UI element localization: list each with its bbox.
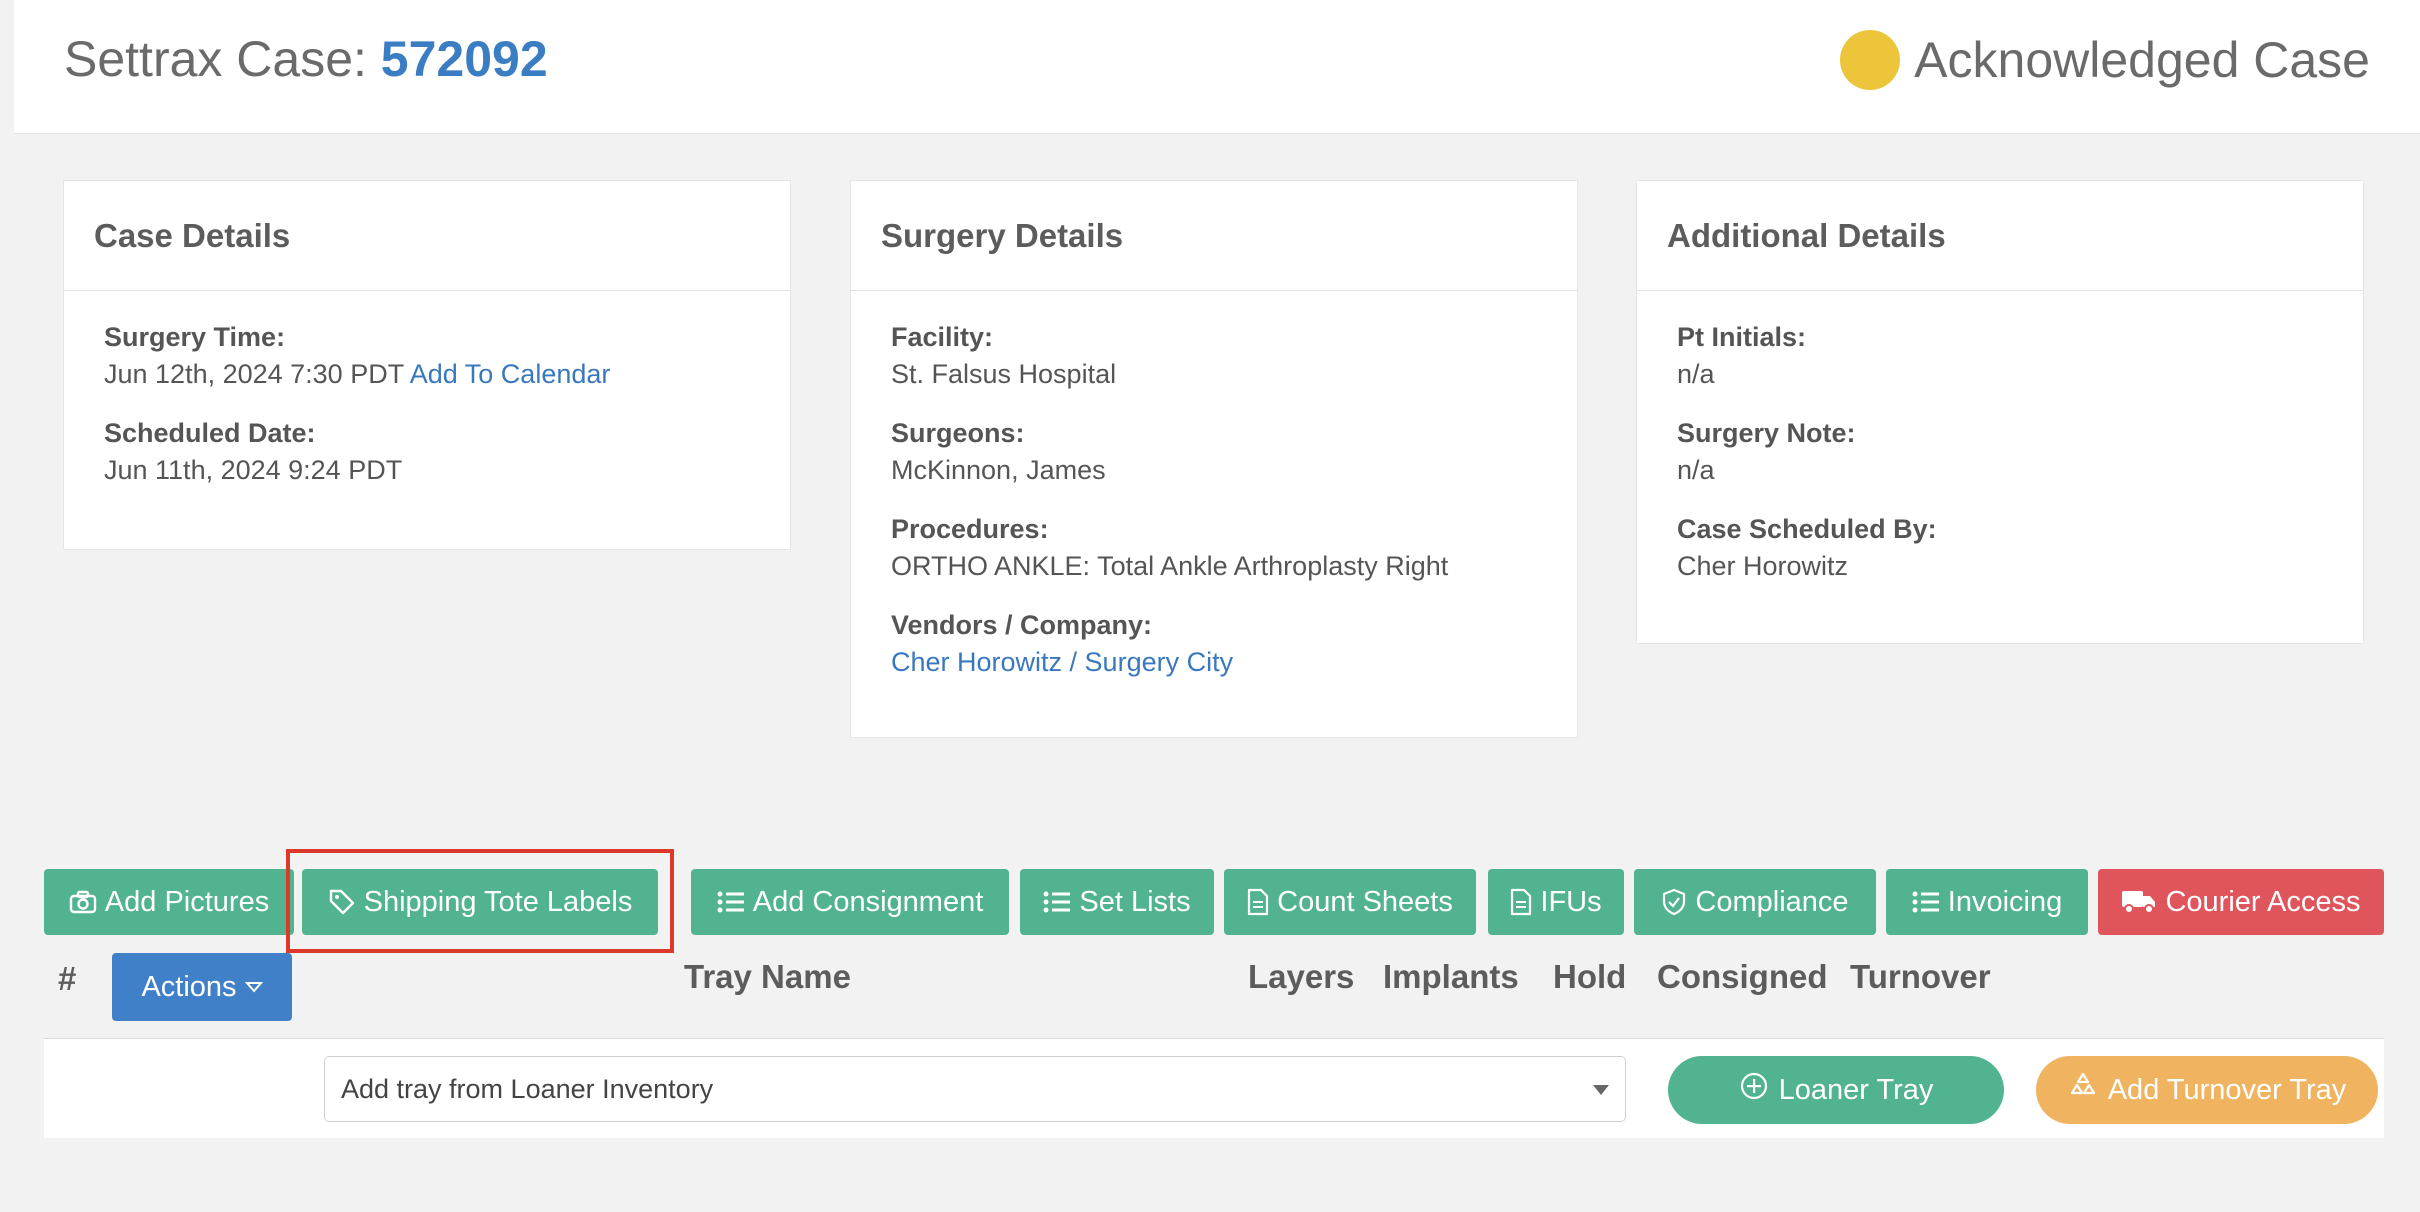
surgery-time-label: Surgery Time: [104, 322, 286, 352]
loaner-inventory-select[interactable]: Add tray from Loaner Inventory [324, 1056, 1626, 1122]
column-implants: Implants [1383, 958, 1519, 995]
courier-access-button[interactable]: Courier Access [2098, 869, 2384, 935]
add-turnover-tray-button[interactable]: Add Turnover Tray [2036, 1056, 2378, 1124]
add-pictures-label: Add Pictures [104, 885, 270, 918]
pt-initials-value: n/a [1677, 359, 1715, 389]
dropdown-arrow-icon [1593, 1085, 1609, 1095]
status-dot-icon [1840, 30, 1901, 90]
procedures-label: Procedures: [891, 514, 1049, 544]
additional-details-title: Additional Details [1637, 181, 2363, 291]
scheduled-by-label: Case Scheduled By: [1677, 514, 1937, 544]
courier-access-label: Courier Access [2165, 885, 2361, 918]
case-title-prefix: Settrax Case: [64, 31, 381, 87]
surgery-note-value: n/a [1677, 455, 1715, 485]
set-lists-label: Set Lists [1079, 885, 1191, 918]
document-icon [1247, 888, 1269, 916]
add-consignment-button[interactable]: Add Consignment [691, 869, 1009, 935]
loaner-tray-button[interactable]: Loaner Tray [1668, 1056, 2004, 1124]
scheduled-date-label: Scheduled Date: [104, 418, 316, 448]
ifus-button[interactable]: IFUs [1488, 869, 1624, 935]
vendors-link[interactable]: Cher Horowitz / Surgery City [891, 643, 1537, 681]
facility-label: Facility: [891, 322, 994, 352]
facility-value: St. Falsus Hospital [891, 359, 1117, 389]
loaner-tray-label: Loaner Tray [1778, 1073, 1934, 1106]
add-to-calendar-link[interactable]: Add To Calendar [410, 359, 611, 389]
loaner-inventory-select-value: Add tray from Loaner Inventory [341, 1073, 714, 1104]
page-header: Settrax Case: 572092 Acknowledged Case [14, 0, 2420, 134]
add-consignment-label: Add Consignment [752, 885, 984, 918]
surgery-note-label: Surgery Note: [1677, 418, 1856, 448]
truck-icon [2121, 889, 2157, 915]
list-icon [1043, 890, 1071, 914]
column-hash: # [58, 960, 77, 997]
recycle-icon [2068, 1071, 2098, 1109]
actions-dropdown-button[interactable]: Actions [112, 953, 292, 1021]
add-turnover-tray-label: Add Turnover Tray [2107, 1073, 2347, 1106]
surgery-details-panel: Surgery Details Facility: St. Falsus Hos… [850, 180, 1578, 738]
surgeons-label: Surgeons: [891, 418, 1025, 448]
compliance-label: Compliance [1695, 885, 1849, 918]
pt-initials-label: Pt Initials: [1677, 322, 1807, 352]
count-sheets-button[interactable]: Count Sheets [1224, 869, 1476, 935]
actions-label: Actions [141, 970, 237, 1003]
camera-icon [69, 890, 97, 914]
compliance-button[interactable]: Compliance [1634, 869, 1876, 935]
count-sheets-label: Count Sheets [1277, 885, 1453, 918]
invoicing-button[interactable]: Invoicing [1886, 869, 2088, 935]
plus-circle-icon [1739, 1071, 1769, 1109]
case-title: Settrax Case: 572092 [64, 30, 548, 88]
scheduled-date-value: Jun 11th, 2024 9:24 PDT [104, 455, 403, 485]
status-text: Acknowledged Case [1914, 32, 2370, 88]
highlight-annotation-box [286, 849, 674, 953]
scheduled-by-value: Cher Horowitz [1677, 551, 1849, 581]
case-details-title: Case Details [64, 181, 790, 291]
list-icon [1912, 890, 1940, 914]
ifus-label: IFUs [1540, 885, 1602, 918]
case-number: 572092 [380, 31, 548, 87]
vendors-label: Vendors / Company: [891, 610, 1153, 640]
procedures-value: ORTHO ANKLE: Total Ankle Arthroplasty Ri… [891, 551, 1449, 581]
case-status: Acknowledged Case [1840, 30, 2370, 90]
column-layers: Layers [1248, 958, 1355, 995]
additional-details-panel: Additional Details Pt Initials: n/a Surg… [1636, 180, 2364, 644]
add-pictures-button[interactable]: Add Pictures [44, 869, 294, 935]
list-icon [717, 890, 745, 914]
caret-down-icon [244, 981, 263, 993]
invoicing-label: Invoicing [1947, 885, 2063, 918]
column-consigned: Consigned [1657, 958, 1828, 995]
column-tray-name: Tray Name [684, 958, 851, 995]
case-details-panel: Case Details Surgery Time: Jun 12th, 202… [63, 180, 791, 550]
set-lists-button[interactable]: Set Lists [1020, 869, 1214, 935]
column-hold: Hold [1553, 958, 1627, 995]
surgery-time-value: Jun 12th, 2024 7:30 PDT [104, 359, 404, 389]
column-turnover: Turnover [1850, 958, 1991, 995]
surgery-details-title: Surgery Details [851, 181, 1577, 291]
document-icon [1510, 888, 1532, 916]
surgeons-value: McKinnon, James [891, 455, 1106, 485]
shield-check-icon [1661, 888, 1687, 916]
